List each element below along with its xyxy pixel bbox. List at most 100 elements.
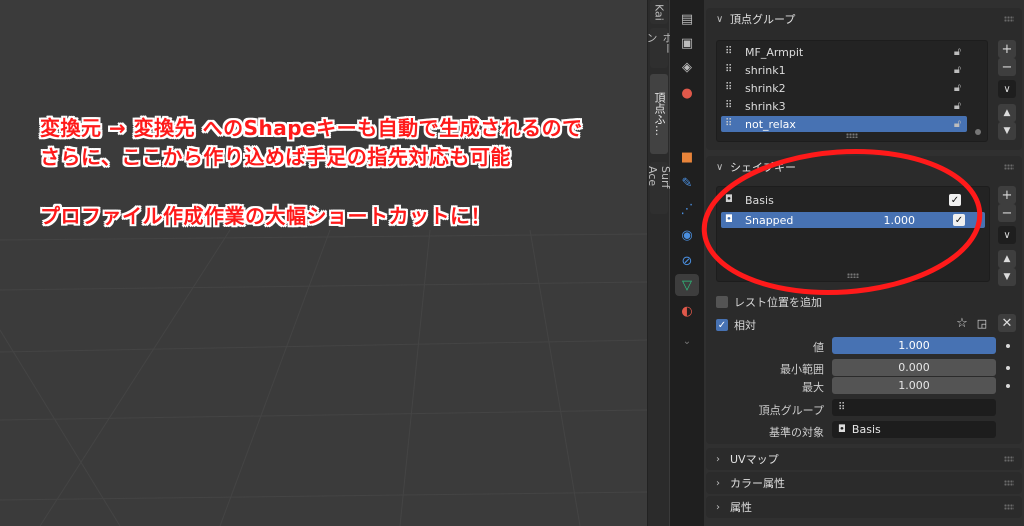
shape-key-value[interactable]: 1.000 (884, 214, 916, 227)
lock-icon[interactable]: 🔓︎ (954, 63, 961, 77)
list-resize-grip[interactable] (846, 133, 858, 138)
drag-grip-icon[interactable] (1004, 504, 1014, 510)
max-field[interactable]: 1.000 (832, 377, 996, 394)
attributes-header[interactable]: › 属性 (706, 496, 1022, 518)
color-attributes-header[interactable]: › カラー属性 (706, 472, 1022, 494)
vertex-groups-title: 頂点グループ (730, 13, 796, 26)
lock-icon[interactable]: 🔓︎ (954, 99, 961, 113)
lock-icon[interactable]: 🔓︎ (954, 81, 961, 95)
list-item[interactable]: ⠿ shrink3 🔓︎ (721, 98, 983, 114)
remove-vertex-group-button[interactable]: − (998, 58, 1016, 76)
keyframe-dot-icon[interactable] (1006, 344, 1010, 348)
lock-icon[interactable]: 🔓︎ (954, 117, 961, 131)
shape-key-icon: ◘ (838, 424, 846, 435)
drag-grip-icon[interactable] (1004, 16, 1014, 22)
color-attributes-title: カラー属性 (730, 477, 785, 490)
vertex-group-name: not_relax (745, 117, 796, 131)
relative-to-field[interactable]: ◘ Basis (832, 421, 996, 438)
uv-maps-header[interactable]: › UVマップ (706, 448, 1022, 470)
relative-label: 相対 (734, 319, 756, 332)
drag-grip-icon[interactable] (1004, 164, 1014, 170)
vertex-group-icon: ⠿ (725, 100, 733, 111)
modifier-icon[interactable]: ✎ (675, 172, 699, 194)
drag-grip-icon[interactable] (1004, 456, 1014, 462)
keyframe-dot-icon[interactable] (1006, 384, 1010, 388)
list-item-selected[interactable]: ⠿ not_relax 🔓︎ (721, 116, 967, 132)
constraints-icon[interactable]: ⊘ (675, 250, 699, 272)
range-min-field[interactable]: 0.000 (832, 359, 996, 376)
list-item[interactable]: ⠿ MF_Armpit 🔓︎ (721, 44, 983, 60)
output-icon[interactable]: ▣ (675, 32, 699, 54)
object-icon[interactable]: ■ (675, 146, 699, 168)
vertex-group-name: shrink1 (745, 63, 786, 77)
vertex-group-name: shrink3 (745, 99, 786, 113)
scene-icon[interactable]: ● (675, 82, 699, 104)
move-down-button[interactable]: ▼ (998, 268, 1016, 286)
data-icon[interactable]: ▽ (675, 274, 699, 296)
attributes-panel[interactable]: › 属性 (706, 496, 1022, 518)
rest-position-toggle[interactable]: レスト位置を追加 (716, 294, 822, 310)
keyframe-dot-icon[interactable] (1006, 366, 1010, 370)
range-min-label: 最小範囲 (780, 363, 824, 376)
relative-checkbox[interactable]: ✓ (716, 319, 728, 331)
edit-mode-icon[interactable]: ◲ (972, 314, 992, 332)
shape-keys-panel: ∨ シェイプキー ◘ Basis ✓ ◘ Snapped 1.000 ✓ + −… (706, 156, 1022, 444)
vertex-group-field[interactable]: ⠿ (832, 399, 996, 416)
side-tab-vertex[interactable]: 頂点ふ… (650, 74, 668, 154)
view-layer-icon[interactable]: ◈ (675, 56, 699, 78)
vertex-group-list[interactable]: ⠿ MF_Armpit 🔓︎ ⠿ shrink1 🔓︎ ⠿ shrink2 🔓︎… (716, 40, 988, 142)
vertex-groups-panel: ∨ 頂点グループ ⠿ MF_Armpit 🔓︎ ⠿ shrink1 🔓︎ ⠿ s… (706, 8, 1022, 150)
remove-shape-key-button[interactable]: − (998, 204, 1016, 222)
list-item[interactable]: ⠿ shrink2 🔓︎ (721, 80, 983, 96)
scroll-indicator[interactable] (975, 129, 981, 135)
material-icon[interactable]: ◐ (675, 300, 699, 322)
vertex-groups-header[interactable]: ∨ 頂点グループ (706, 8, 1022, 30)
uv-maps-panel[interactable]: › UVマップ (706, 448, 1022, 470)
chevron-down-icon[interactable]: ⌄ (675, 330, 699, 352)
annotation-line-2: さらに、ここから作り込めば手足の指先対応も可能 (40, 145, 511, 169)
chevron-down-icon: ∨ (716, 161, 724, 173)
list-item[interactable]: ◘ Basis ✓ (721, 192, 985, 208)
vertex-group-icon: ⠿ (838, 402, 846, 413)
particles-icon[interactable]: ⋰ (675, 198, 699, 220)
side-tab-kai[interactable]: Kai (650, 0, 668, 24)
chevron-right-icon: › (716, 477, 720, 489)
value-slider[interactable]: 1.000 (832, 337, 996, 354)
shape-key-name: Snapped (745, 213, 794, 227)
shape-key-list[interactable]: ◘ Basis ✓ ◘ Snapped 1.000 ✓ (716, 186, 990, 282)
add-shape-key-button[interactable]: + (998, 186, 1016, 204)
shape-key-mute-checkbox[interactable]: ✓ (949, 194, 961, 206)
move-down-button[interactable]: ▼ (998, 122, 1016, 140)
rest-position-checkbox[interactable] (716, 296, 728, 308)
vertex-group-icon: ⠿ (725, 118, 733, 129)
drag-grip-icon[interactable] (1004, 480, 1014, 486)
list-item[interactable]: ⠿ shrink1 🔓︎ (721, 62, 983, 78)
rest-position-label: レスト位置を追加 (734, 296, 822, 309)
viewport-grid (0, 229, 647, 526)
side-tab-surf-ace[interactable]: Surf Ace (646, 162, 672, 214)
star-icon[interactable]: ☆ (952, 314, 972, 332)
attributes-title: 属性 (730, 501, 752, 514)
shape-key-specials-button[interactable]: ∨ (998, 226, 1016, 244)
add-vertex-group-button[interactable]: + (998, 40, 1016, 58)
shape-key-mute-checkbox[interactable]: ✓ (953, 214, 965, 226)
side-tab-bone[interactable]: ボーン (645, 28, 674, 68)
vertex-group-specials-button[interactable]: ∨ (998, 80, 1016, 98)
color-attributes-panel[interactable]: › カラー属性 (706, 472, 1022, 494)
list-item-selected[interactable]: ◘ Snapped 1.000 ✓ (721, 212, 985, 228)
move-up-button[interactable]: ▲ (998, 104, 1016, 122)
lock-icon[interactable]: 🔓︎ (954, 45, 961, 59)
physics-icon[interactable]: ◉ (675, 224, 699, 246)
move-up-button[interactable]: ▲ (998, 250, 1016, 268)
properties-tab-bar: ▤ ▣ ◈ ● ■ ✎ ⋰ ◉ ⊘ ▽ ◐ ⌄ (670, 0, 704, 526)
render-icon[interactable]: ▤ (675, 8, 699, 30)
3d-viewport[interactable] (0, 0, 647, 526)
sidebar-tabs: Kai ボーン 頂点ふ… Surf Ace (645, 0, 674, 526)
uv-maps-title: UVマップ (730, 453, 779, 466)
shape-keys-header[interactable]: ∨ シェイプキー (706, 156, 1022, 178)
value-label: 値 (813, 341, 824, 354)
vertex-group-label: 頂点グループ (758, 404, 824, 417)
list-resize-grip[interactable] (847, 273, 859, 278)
clear-weight-button[interactable]: ✕ (998, 314, 1016, 332)
relative-toggle[interactable]: ✓ 相対 (716, 317, 756, 333)
